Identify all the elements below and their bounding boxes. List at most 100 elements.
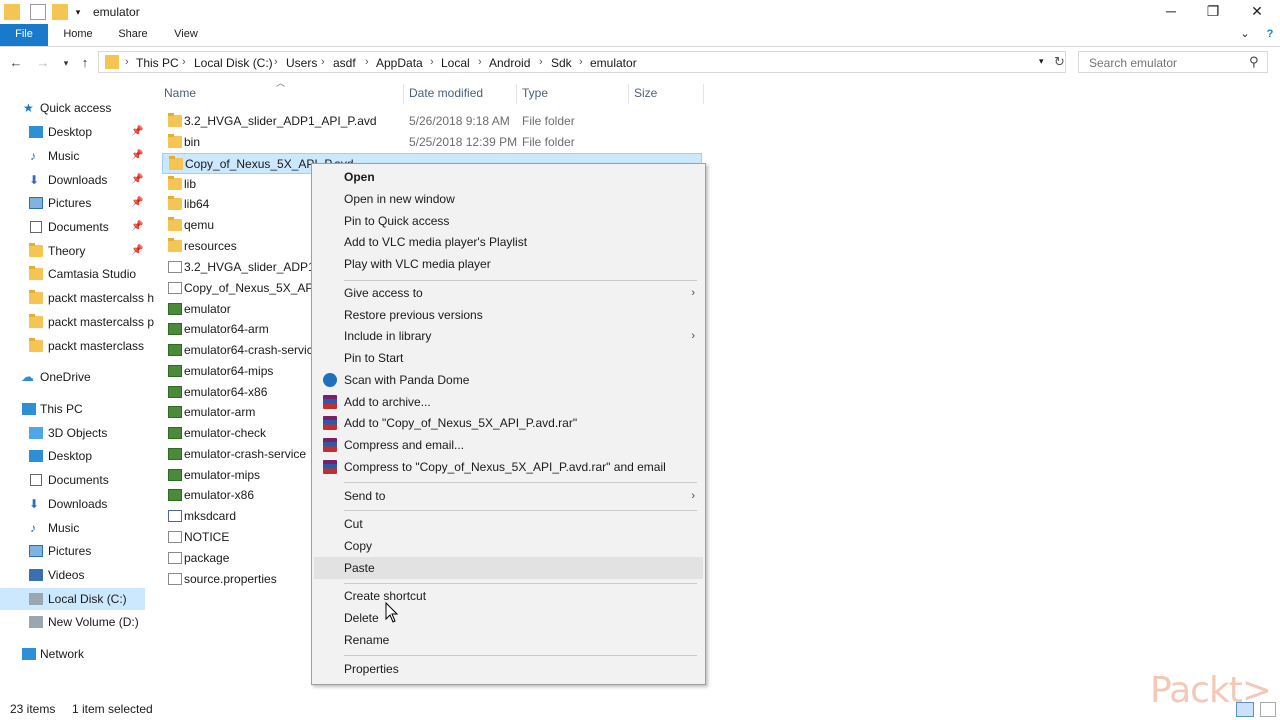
menu-item-paste[interactable]: Paste [314,557,703,579]
menu-item-copy[interactable]: Copy [314,535,703,557]
breadcrumb-android[interactable]: Android [489,56,530,70]
back-arrow-icon[interactable]: ← [8,55,24,71]
tab-share[interactable]: Share [112,24,154,46]
maximize-button[interactable]: ❐ [1190,0,1236,24]
menu-item-create-shortcut[interactable]: Create shortcut [314,585,703,607]
file-row[interactable]: 3.2_HVGA_slider_ADP1_API_P.avd 5/26/2018… [162,111,702,132]
file-name: resources [184,239,237,253]
android-exe-icon [168,489,182,501]
sidebar-item-pc-desktop[interactable]: Desktop [0,445,145,467]
column-divider[interactable] [703,84,704,104]
sidebar-item-desktop[interactable]: Desktop 📌 [0,121,145,143]
column-header-size[interactable]: Size [634,86,657,100]
sidebar-item-quick-access[interactable]: ★ Quick access [0,97,145,119]
search-input[interactable] [1087,55,1241,71]
column-header-date[interactable]: Date modified [409,86,483,100]
forward-arrow-icon[interactable]: → [35,55,51,71]
sidebar-item-pc-music[interactable]: ♪ Music [0,517,145,539]
menu-item-pin-quick-access[interactable]: Pin to Quick access [314,210,703,232]
menu-item-vlc-play[interactable]: Play with VLC media player [314,253,703,275]
tab-file[interactable]: File [0,24,48,46]
folder-icon [29,314,43,328]
sidebar-item-pc-downloads[interactable]: ⬇ Downloads [0,493,145,515]
breadcrumb-users[interactable]: Users [286,56,317,70]
up-arrow-icon[interactable]: ↑ [77,55,93,71]
file-name: NOTICE [184,530,230,544]
column-header-type[interactable]: Type [522,86,548,100]
breadcrumb-this-pc[interactable]: This PC [136,56,179,70]
sidebar-item-documents[interactable]: Documents 📌 [0,216,145,238]
pin-icon[interactable]: 📌 [131,169,143,191]
menu-item-rename[interactable]: Rename [314,629,703,651]
menu-item-delete[interactable]: Delete [314,607,703,629]
menu-item-vlc-playlist[interactable]: Add to VLC media player's Playlist [314,231,703,253]
new-folder-icon[interactable] [52,4,68,20]
tab-home[interactable]: Home [58,24,98,46]
breadcrumb-appdata[interactable]: AppData [376,56,423,70]
file-row[interactable]: bin 5/25/2018 12:39 PM File folder [162,132,702,153]
pin-icon[interactable]: 📌 [131,240,143,262]
column-divider[interactable] [628,84,629,104]
menu-item-give-access[interactable]: Give access to › [314,282,703,304]
sidebar-item-music[interactable]: ♪ Music 📌 [0,145,145,167]
search-box[interactable]: ⚲ [1078,51,1268,73]
column-divider[interactable] [403,84,404,104]
close-button[interactable]: ✕ [1234,0,1280,24]
sidebar-item-this-pc[interactable]: This PC [0,398,145,420]
breadcrumb-local-disk[interactable]: Local Disk (C:) [194,56,273,70]
breadcrumb-emulator[interactable]: emulator [590,56,637,70]
minimize-button[interactable]: ─ [1148,0,1194,24]
sidebar-item-new-volume[interactable]: New Volume (D:) [0,611,145,633]
properties-icon[interactable] [30,4,46,20]
menu-item-include-library[interactable]: Include in library › [314,325,703,347]
sidebar-item-videos[interactable]: Videos [0,564,145,586]
help-icon[interactable]: ? [1262,24,1278,46]
sidebar-item-downloads[interactable]: ⬇ Downloads 📌 [0,169,145,191]
menu-item-panda-scan[interactable]: Scan with Panda Dome [314,369,703,391]
sidebar-item-packt-masterclass[interactable]: packt masterclass [0,335,145,357]
column-divider[interactable] [516,84,517,104]
file-name: package [184,551,230,565]
expand-ribbon-icon[interactable]: ⌄ [1236,24,1254,46]
breadcrumb-asdf[interactable]: asdf [333,56,356,70]
refresh-icon[interactable]: ↻ [1054,54,1065,70]
menu-item-cut[interactable]: Cut [314,513,703,535]
sidebar-item-pc-documents[interactable]: Documents [0,469,145,491]
sidebar-item-theory[interactable]: Theory 📌 [0,240,145,262]
pin-icon[interactable]: 📌 [131,192,143,214]
breadcrumb-local[interactable]: Local [441,56,470,70]
menu-item-open[interactable]: Open [314,166,703,188]
recent-locations-icon[interactable]: ▾ [58,55,74,71]
column-header-name[interactable]: Name [164,86,196,100]
menu-item-add-archive[interactable]: Add to archive... [314,391,703,413]
pin-icon[interactable]: 📌 [131,216,143,238]
sidebar-item-local-disk[interactable]: Local Disk (C:) [0,588,145,610]
sidebar-item-pictures[interactable]: Pictures 📌 [0,192,145,214]
menu-item-restore-versions[interactable]: Restore previous versions [314,304,703,326]
menu-item-compress-email[interactable]: Compress and email... [314,434,703,456]
tab-view[interactable]: View [166,24,206,46]
pin-icon[interactable]: 📌 [131,121,143,143]
network-icon [22,648,36,660]
menu-item-add-rar[interactable]: Add to "Copy_of_Nexus_5X_API_P.avd.rar" [314,412,703,434]
file-icon [168,531,182,543]
search-icon[interactable]: ⚲ [1249,54,1259,70]
menu-item-send-to[interactable]: Send to › [314,485,703,507]
menu-item-properties[interactable]: Properties [314,658,703,680]
address-dropdown-icon[interactable]: ▾ [1039,56,1044,67]
customize-toolbar-icon[interactable]: ▾ [70,4,86,20]
address-bar[interactable]: › This PC › Local Disk (C:) › Users › as… [98,51,1066,73]
sidebar-item-packt-h[interactable]: packt mastercalss h [0,287,154,309]
sidebar-item-pc-pictures[interactable]: Pictures [0,540,145,562]
sidebar-item-network[interactable]: Network [0,643,145,665]
menu-item-compress-rar-email[interactable]: Compress to "Copy_of_Nexus_5X_API_P.avd.… [314,456,703,478]
menu-item-pin-start[interactable]: Pin to Start [314,347,703,369]
sidebar-item-onedrive[interactable]: ☁ OneDrive [0,366,145,388]
sidebar-item-3d-objects[interactable]: 3D Objects [0,422,145,444]
pin-icon[interactable]: 📌 [131,145,143,167]
breadcrumb-sdk[interactable]: Sdk [551,56,572,70]
menu-item-open-new-window[interactable]: Open in new window [314,188,703,210]
sidebar-item-camtasia[interactable]: Camtasia Studio [0,263,145,285]
sidebar-item-packt-p[interactable]: packt mastercalss p [0,311,154,333]
music-icon: ♪ [30,521,36,535]
